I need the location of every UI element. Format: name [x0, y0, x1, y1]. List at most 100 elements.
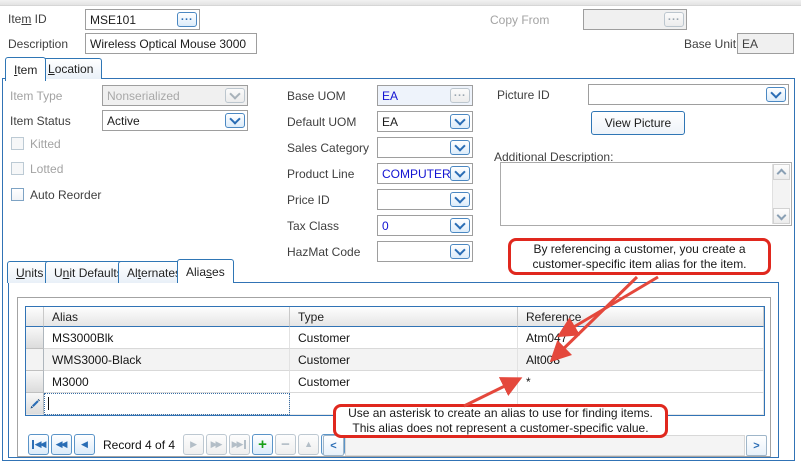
item-status-dropdown-button[interactable]	[225, 113, 245, 128]
add-row-button[interactable]: +	[252, 434, 273, 455]
price-id-select[interactable]	[377, 189, 473, 210]
chevron-down-icon	[454, 114, 465, 125]
grid-cell-reference[interactable]: Alt008	[518, 349, 764, 371]
plus-icon: +	[258, 437, 267, 452]
sales-category-label: Sales Category	[287, 141, 369, 155]
copy-from-input: ...	[583, 9, 687, 30]
ellipsis-icon: ...	[668, 15, 680, 19]
sales-category-dropdown-button[interactable]	[450, 140, 470, 155]
tab-location[interactable]: Location	[39, 58, 102, 79]
item-maintenance-window: Item ID MSE101 ... Copy From ... Descrip…	[0, 0, 801, 463]
item-id-input[interactable]: MSE101 ...	[85, 9, 200, 30]
chevron-left-icon: <	[330, 440, 336, 452]
item-id-label: Item ID	[8, 12, 47, 26]
up-icon: ▲	[304, 440, 313, 449]
base-unit-input: EA	[737, 33, 794, 54]
base-uom-input[interactable]: EA...	[377, 85, 473, 106]
column-header-type[interactable]: Type	[290, 307, 518, 327]
last-record-button[interactable]: ▶▶	[229, 434, 250, 455]
default-uom-select[interactable]: EA	[377, 111, 473, 132]
vscroll-up-button[interactable]	[773, 164, 790, 180]
row-header-cell[interactable]	[26, 371, 44, 393]
callout-customer-reference: By referencing a customer, you create a …	[508, 238, 771, 275]
lotted-checkbox	[11, 162, 24, 175]
grid-cell-type[interactable]: Customer	[290, 349, 518, 371]
description-label: Description	[8, 37, 68, 51]
chevron-down-icon	[454, 244, 465, 255]
item-type-select: Nonserialized	[102, 85, 248, 106]
grid-cell-alias[interactable]: WMS3000-Black	[44, 349, 290, 371]
tax-class-select[interactable]: 0	[377, 215, 473, 236]
item-type-dropdown-button	[225, 88, 245, 103]
grid-cell-alias[interactable]: M3000	[44, 371, 290, 393]
item-status-select[interactable]: Active	[102, 110, 248, 131]
vertical-scrollbar[interactable]	[772, 164, 790, 224]
column-header-reference[interactable]: Reference	[518, 307, 764, 327]
chevron-down-icon	[229, 88, 240, 99]
base-uom-lookup-button: ...	[450, 88, 470, 103]
picture-id-dropdown-button[interactable]	[766, 87, 786, 102]
tax-class-label: Tax Class	[287, 219, 339, 233]
column-header-alias[interactable]: Alias	[44, 307, 290, 327]
forward-records-button[interactable]: ▶▶	[206, 434, 227, 455]
chevron-up-icon	[777, 169, 787, 179]
delete-row-button[interactable]: −	[275, 434, 296, 455]
chevron-down-icon	[770, 87, 781, 98]
grid-cell-type[interactable]: Customer	[290, 327, 518, 349]
copy-from-label: Copy From	[490, 13, 549, 27]
kitted-checkbox	[11, 137, 24, 150]
additional-description-textarea[interactable]	[500, 162, 792, 226]
table-row[interactable]: MS3000BlkCustomerAtm047	[26, 327, 764, 349]
picture-id-select[interactable]	[588, 84, 789, 105]
item-id-lookup-button[interactable]: ...	[177, 12, 197, 27]
rewind-records-button[interactable]: ◀◀	[51, 434, 72, 455]
chevron-down-icon	[777, 210, 787, 220]
first-record-button[interactable]: ◀◀	[28, 434, 49, 455]
hazmat-code-dropdown-button[interactable]	[450, 244, 470, 259]
toolbar-remnant-strip	[0, 0, 801, 6]
table-row[interactable]: M3000Customer*	[26, 371, 764, 393]
grid-cell-reference[interactable]: Atm047	[518, 327, 764, 349]
price-id-label: Price ID	[287, 193, 330, 207]
chevron-down-icon	[454, 166, 465, 177]
row-header-cell[interactable]	[26, 327, 44, 349]
row-header-cell[interactable]	[26, 349, 44, 371]
first-icon: ◀◀	[31, 440, 47, 449]
move-up-button[interactable]: ▲	[298, 434, 319, 455]
copy-from-lookup-button: ...	[664, 12, 684, 27]
ellipsis-icon: ...	[454, 91, 466, 95]
price-id-dropdown-button[interactable]	[450, 192, 470, 207]
vscroll-down-button[interactable]	[773, 208, 790, 224]
sales-category-select[interactable]	[377, 137, 473, 158]
tab-item[interactable]: Item	[5, 57, 46, 81]
table-row[interactable]: WMS3000-BlackCustomerAlt008	[26, 349, 764, 371]
hscroll-left-button[interactable]: <	[323, 435, 344, 456]
next-icon: ▶	[190, 440, 197, 449]
chevron-down-icon	[454, 192, 465, 203]
grid-cell-type[interactable]: Customer	[290, 371, 518, 393]
next-record-button[interactable]: ▶	[183, 434, 204, 455]
tax-class-dropdown-button[interactable]	[450, 218, 470, 233]
edit-alias-cell[interactable]	[44, 393, 290, 415]
product-line-dropdown-button[interactable]	[450, 166, 470, 181]
default-uom-label: Default UOM	[287, 115, 356, 129]
product-line-select[interactable]: COMPUTER	[377, 163, 473, 184]
callout-asterisk-note: Use an asterisk to create an alias to us…	[333, 404, 668, 438]
prev-icon: ◀	[81, 440, 88, 449]
hscroll-right-button[interactable]: >	[746, 435, 767, 456]
record-count-status: Record 4 of 4	[97, 438, 181, 452]
tab-aliases[interactable]: Aliases	[177, 259, 234, 283]
last-icon: ▶▶	[232, 440, 248, 449]
previous-record-button[interactable]: ◀	[74, 434, 95, 455]
description-input[interactable]: Wireless Optical Mouse 3000	[85, 33, 257, 54]
grid-cell-alias[interactable]: MS3000Blk	[44, 327, 290, 349]
item-type-label: Item Type	[10, 89, 62, 103]
hazmat-code-select[interactable]	[377, 241, 473, 262]
row-header-cell	[26, 393, 44, 415]
grid-cell-reference[interactable]: *	[518, 371, 764, 393]
auto-reorder-checkbox[interactable]	[11, 188, 24, 201]
record-navigation-bar: ◀◀◀◀◀Record 4 of 4▶▶▶▶▶+−▲✓✕	[28, 434, 365, 455]
hscroll-track[interactable]	[345, 435, 745, 456]
view-picture-button[interactable]: View Picture	[591, 111, 685, 135]
default-uom-dropdown-button[interactable]	[450, 114, 470, 129]
